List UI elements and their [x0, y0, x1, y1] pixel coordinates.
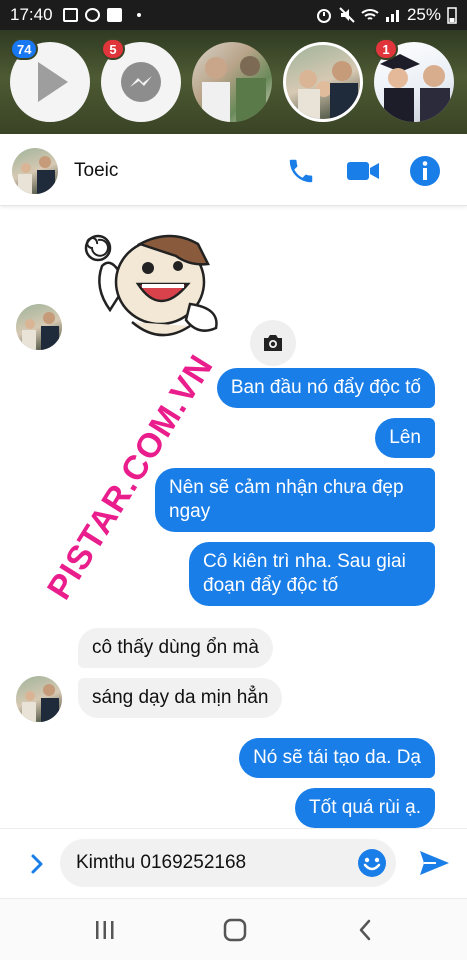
home-button[interactable] [220, 915, 250, 945]
conversation-title[interactable]: Toeic [74, 160, 118, 182]
sender-avatar[interactable] [16, 304, 62, 350]
wifi-icon [361, 9, 379, 20]
message-bubble-incoming[interactable]: sáng dạy da mịn hẳn [78, 678, 283, 718]
camera-button[interactable] [250, 320, 296, 366]
chat-head-badge: 1 [374, 38, 398, 60]
message-bubble-outgoing[interactable]: Cô kiên trì nha. Sau giai đoạn đẩy độc t… [189, 542, 435, 606]
phone-icon [289, 159, 313, 183]
message-bubble-outgoing[interactable]: Nên sẽ cảm nhận chưa đẹp ngay [155, 468, 435, 532]
send-button[interactable] [416, 845, 452, 881]
info-icon [410, 156, 440, 186]
gallery-notification-icon [62, 8, 78, 22]
group-avatar-icon [202, 56, 266, 122]
message-list[interactable]: Ban đầu nó đẩy độc tố Lên Nên sẽ cảm nhậ… [0, 208, 467, 828]
cartoon-dog-thumbs-up-sticker [84, 234, 218, 337]
mute-icon [339, 7, 355, 23]
message-bubble-outgoing[interactable]: Ban đầu nó đẩy độc tố [216, 368, 435, 408]
message-input[interactable]: Kimthu 0169252168 [60, 839, 396, 887]
family-avatar-icon [22, 684, 59, 722]
message-bubble-incoming[interactable]: cô thấy dùng ổn mà [78, 628, 273, 668]
conversation-window: Toeic Ban đầu nó đẩy độc tố Lên Nên sẽ c… [0, 136, 467, 898]
battery-percent: 25% [406, 5, 441, 24]
family-avatar-icon [22, 312, 59, 350]
voice-call-button[interactable] [284, 154, 318, 188]
message-bubble-outgoing[interactable]: Tốt quá rùi ạ. [295, 788, 435, 828]
message-input-value[interactable]: Kimthu 0169252168 [76, 852, 246, 874]
conversation-header: Toeic [0, 136, 467, 206]
video-call-button[interactable] [346, 154, 380, 188]
expand-actions-button[interactable] [22, 849, 52, 879]
chat-head-badge: 74 [10, 38, 39, 60]
emoji-button[interactable] [356, 847, 388, 879]
family-avatar-icon [18, 156, 55, 194]
battery-icon [447, 7, 457, 24]
send-arrow-icon [420, 851, 449, 875]
home-icon [223, 918, 247, 942]
conversation-avatar[interactable] [12, 148, 58, 194]
system-nav-bar [0, 898, 467, 960]
chat-notification-icon [106, 8, 122, 22]
recent-apps-button[interactable] [90, 915, 120, 945]
video-camera-icon [347, 162, 379, 180]
more-notifications-icon [136, 13, 141, 17]
recent-apps-icon [96, 921, 114, 939]
smiley-icon [358, 849, 386, 877]
message-bubble-outgoing[interactable]: Nó sẽ tái tạo da. Dạ [239, 738, 435, 778]
chat-head-group-photo[interactable] [192, 42, 272, 122]
chat-head-family-photo[interactable] [283, 42, 363, 122]
sticker-message[interactable] [80, 218, 230, 348]
back-chevron-icon [359, 919, 371, 941]
notification-icons [62, 8, 141, 22]
camera-icon [264, 335, 282, 351]
chevron-right-icon [31, 854, 43, 874]
signal-icon [385, 10, 399, 22]
chat-heads-bar: 74 5 1 [0, 30, 467, 134]
family-avatar-icon [298, 61, 358, 119]
messenger-notification-icon [84, 8, 100, 22]
message-bubble-outgoing[interactable]: Lên [375, 418, 435, 458]
system-status: 25% [315, 5, 457, 25]
conversation-info-button[interactable] [408, 154, 442, 188]
message-composer: Kimthu 0169252168 [0, 828, 467, 898]
sender-avatar[interactable] [16, 676, 62, 722]
back-button[interactable] [350, 915, 380, 945]
alarm-icon [316, 9, 331, 23]
status-time: 17:40 [10, 5, 53, 24]
chat-head-badge: 5 [101, 38, 125, 60]
status-bar: 17:40 25% [0, 0, 467, 30]
